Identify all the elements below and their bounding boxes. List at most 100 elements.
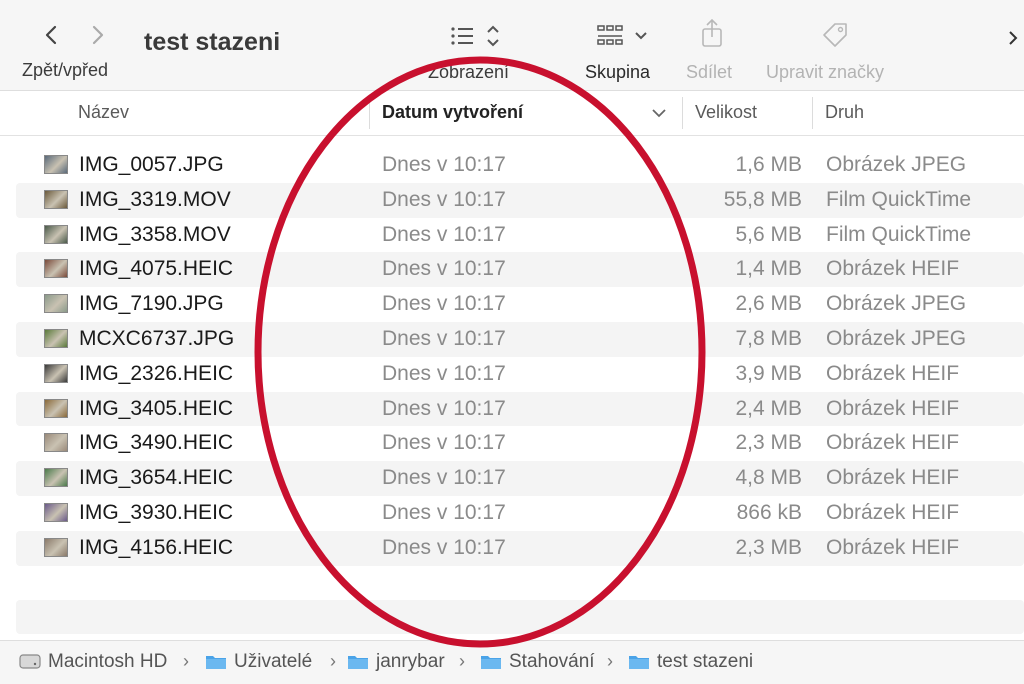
disk-icon: [19, 654, 41, 669]
column-name-header[interactable]: Název: [78, 102, 129, 123]
file-date: Dnes v 10:17: [382, 153, 506, 176]
forward-button[interactable]: [84, 20, 112, 50]
file-thumbnail-icon: [44, 155, 68, 174]
view-options-button[interactable]: [448, 22, 504, 50]
file-thumbnail-icon: [44, 328, 68, 348]
file-date: Dnes v 10:17: [382, 535, 506, 559]
toolbar: Zpět/vpřed test stazeni Zobrazení Skupin…: [0, 0, 1024, 91]
file-name: IMG_4156.HEIC: [79, 535, 234, 559]
sort-chevron-down-icon[interactable]: [650, 105, 668, 121]
file-row[interactable]: IMG_3405.HEIC Dnes v 10:17 2,4 MB Obrázek H…: [0, 391, 1024, 427]
nav-label: Zpět/vpřed: [22, 60, 109, 80]
file-row[interactable]: IMG_3358.MOV Dnes v 10:17 5,6 MB Film Quick…: [0, 218, 1024, 253]
breadcrumb-label: Stahování: [509, 651, 595, 672]
file-thumbnail-icon: [44, 502, 68, 522]
column-divider[interactable]: [812, 97, 813, 129]
file-thumbnail-icon: [44, 363, 68, 383]
path-bar: Macintosh HD › Uživatelé › janrybar › Stahován…: [0, 640, 1024, 684]
file-list: IMG_0057.JPG Dnes v 10:17 1,6 MB Obrázek JP…: [0, 148, 1024, 566]
file-kind: Film QuickTime: [826, 187, 972, 211]
file-size: 2,6 MB: [735, 292, 802, 316]
column-divider[interactable]: [369, 97, 370, 129]
window-title: test stazeni: [144, 28, 281, 56]
file-row[interactable]: IMG_3930.HEIC Dnes v 10:17 866 kB Obrázek H…: [0, 496, 1024, 531]
file-date: Dnes v 10:17: [382, 361, 506, 385]
breadcrumb-separator: ›: [183, 651, 189, 671]
file-row[interactable]: IMG_0057.JPG Dnes v 10:17 1,6 MB Obrázek JP…: [0, 148, 1024, 183]
file-thumbnail-icon: [44, 259, 68, 279]
tags-label: Upravit značky: [766, 62, 885, 82]
file-name: IMG_4075.HEIC: [79, 257, 234, 281]
file-row[interactable]: IMG_7190.JPG Dnes v 10:17 2,6 MB Obrázek JP…: [0, 287, 1024, 322]
file-name: IMG_3490.HEIC: [79, 431, 234, 455]
file-row[interactable]: IMG_3654.HEIC Dnes v 10:17 4,8 MB Obrázek H…: [0, 461, 1024, 496]
file-size: 2,3 MB: [735, 431, 802, 455]
file-row[interactable]: IMG_4156.HEIC Dnes v 10:17 2,3 MB Obrázek H…: [0, 530, 1024, 566]
file-kind: Obrázek JPEG: [826, 326, 967, 350]
file-date: Dnes v 10:17: [382, 500, 506, 524]
file-thumbnail-icon: [44, 433, 68, 453]
file-size: 1,4 MB: [735, 257, 802, 281]
chevron-left-icon: [45, 25, 57, 45]
tag-icon: [823, 23, 847, 47]
file-size: 1,6 MB: [735, 153, 802, 176]
list-view-icon: [451, 25, 499, 47]
file-kind: Film QuickTime: [826, 222, 972, 246]
file-date: Dnes v 10:17: [382, 396, 506, 420]
breadcrumb-label: Macintosh HD: [48, 651, 168, 672]
double-chevron-icon: [1009, 31, 1018, 45]
folder-users-icon: [206, 656, 226, 669]
more-toolbar-button[interactable]: [1006, 24, 1024, 52]
empty-row: [16, 600, 1024, 634]
file-kind: Obrázek HEIF: [826, 431, 960, 455]
breadcrumb-separator: ›: [607, 651, 613, 671]
column-size-header[interactable]: Velikost: [695, 102, 757, 123]
file-size: 866 kB: [736, 500, 802, 524]
file-date: Dnes v 10:17: [382, 292, 506, 316]
file-thumbnail-icon: [44, 294, 68, 314]
file-size: 2,4 MB: [735, 396, 802, 420]
file-thumbnail-icon: [44, 468, 68, 488]
file-kind: Obrázek JPEG: [826, 292, 967, 316]
edit-tags-button[interactable]: [820, 20, 850, 50]
file-kind: Obrázek HEIF: [826, 396, 960, 420]
file-row[interactable]: IMG_3490.HEIC Dnes v 10:17 2,3 MB Obrázek H…: [0, 426, 1024, 461]
file-name: IMG_3319.MOV: [79, 187, 231, 211]
home-folder-icon: [348, 656, 368, 669]
share-button[interactable]: [700, 18, 724, 48]
back-button[interactable]: [38, 20, 66, 50]
file-row[interactable]: IMG_4075.HEIC Dnes v 10:17 1,4 MB Obrázek H…: [0, 252, 1024, 288]
file-row[interactable]: IMG_2326.HEIC Dnes v 10:17 3,9 MB Obrázek H…: [0, 357, 1024, 392]
column-divider[interactable]: [682, 97, 683, 129]
file-date: Dnes v 10:17: [382, 222, 506, 246]
column-date-header[interactable]: Datum vytvoření: [382, 102, 523, 123]
breadcrumb-separator: ›: [330, 651, 336, 671]
file-thumbnail-icon: [44, 537, 68, 557]
file-date: Dnes v 10:17: [382, 187, 506, 211]
file-row[interactable]: MCXC6737.JPG Dnes v 10:17 7,8 MB Obrázek JP…: [0, 321, 1024, 357]
file-size: 3,9 MB: [735, 361, 802, 385]
file-name: MCXC6737.JPG: [79, 326, 235, 350]
file-name: IMG_2326.HEIC: [79, 361, 234, 385]
file-date: Dnes v 10:17: [382, 466, 506, 490]
file-size: 4,8 MB: [735, 466, 802, 490]
file-thumbnail-icon: [44, 189, 68, 209]
view-label: Zobrazení: [428, 62, 510, 82]
file-name: IMG_7190.JPG: [79, 292, 224, 316]
chevron-right-icon: [92, 25, 104, 45]
group-grid-icon: [597, 25, 647, 45]
downloads-folder-icon: [481, 656, 501, 669]
file-size: 7,8 MB: [735, 326, 802, 350]
file-date: Dnes v 10:17: [382, 431, 506, 455]
file-row[interactable]: IMG_3319.MOV Dnes v 10:17 55,8 MB Film Quic…: [0, 182, 1024, 218]
group-button[interactable]: [596, 22, 654, 50]
file-thumbnail-icon: [44, 224, 68, 244]
file-kind: Obrázek HEIF: [826, 361, 960, 385]
file-size: 55,8 MB: [723, 187, 802, 211]
breadcrumb-label: test stazeni: [657, 651, 754, 672]
breadcrumb-label: janrybar: [376, 651, 445, 672]
file-kind: Obrázek HEIF: [826, 257, 960, 281]
file-size: 2,3 MB: [735, 535, 802, 559]
file-kind: Obrázek HEIF: [826, 466, 960, 490]
column-kind-header[interactable]: Druh: [825, 102, 864, 123]
